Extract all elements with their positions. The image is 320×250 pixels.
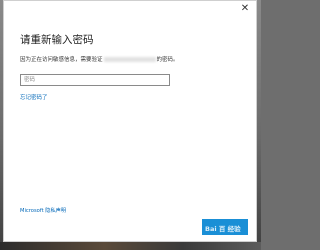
reenter-password-dialog: ✕ 请重新输入密码 因为正在访问敏感信息，需要验证 的密码。 忘记密码了 Micr…	[3, 0, 257, 242]
dialog-title: 请重新输入密码	[20, 34, 94, 46]
description-text-after: 的密码。	[156, 57, 179, 63]
redacted-account	[103, 57, 156, 62]
password-input[interactable]	[20, 74, 170, 86]
dialog-description: 因为正在访问敏感信息，需要验证 的密码。	[20, 55, 179, 63]
description-text-before: 因为正在访问敏感信息，需要验证	[20, 57, 103, 63]
close-icon[interactable]: ✕	[238, 2, 252, 16]
forgot-password-link[interactable]: 忘记密码了	[20, 93, 48, 101]
desktop-background-strip	[0, 242, 261, 250]
privacy-statement-link[interactable]: Microsoft 隐私声明	[20, 207, 66, 214]
watermark-logo: Bai 百 经验	[205, 225, 241, 233]
